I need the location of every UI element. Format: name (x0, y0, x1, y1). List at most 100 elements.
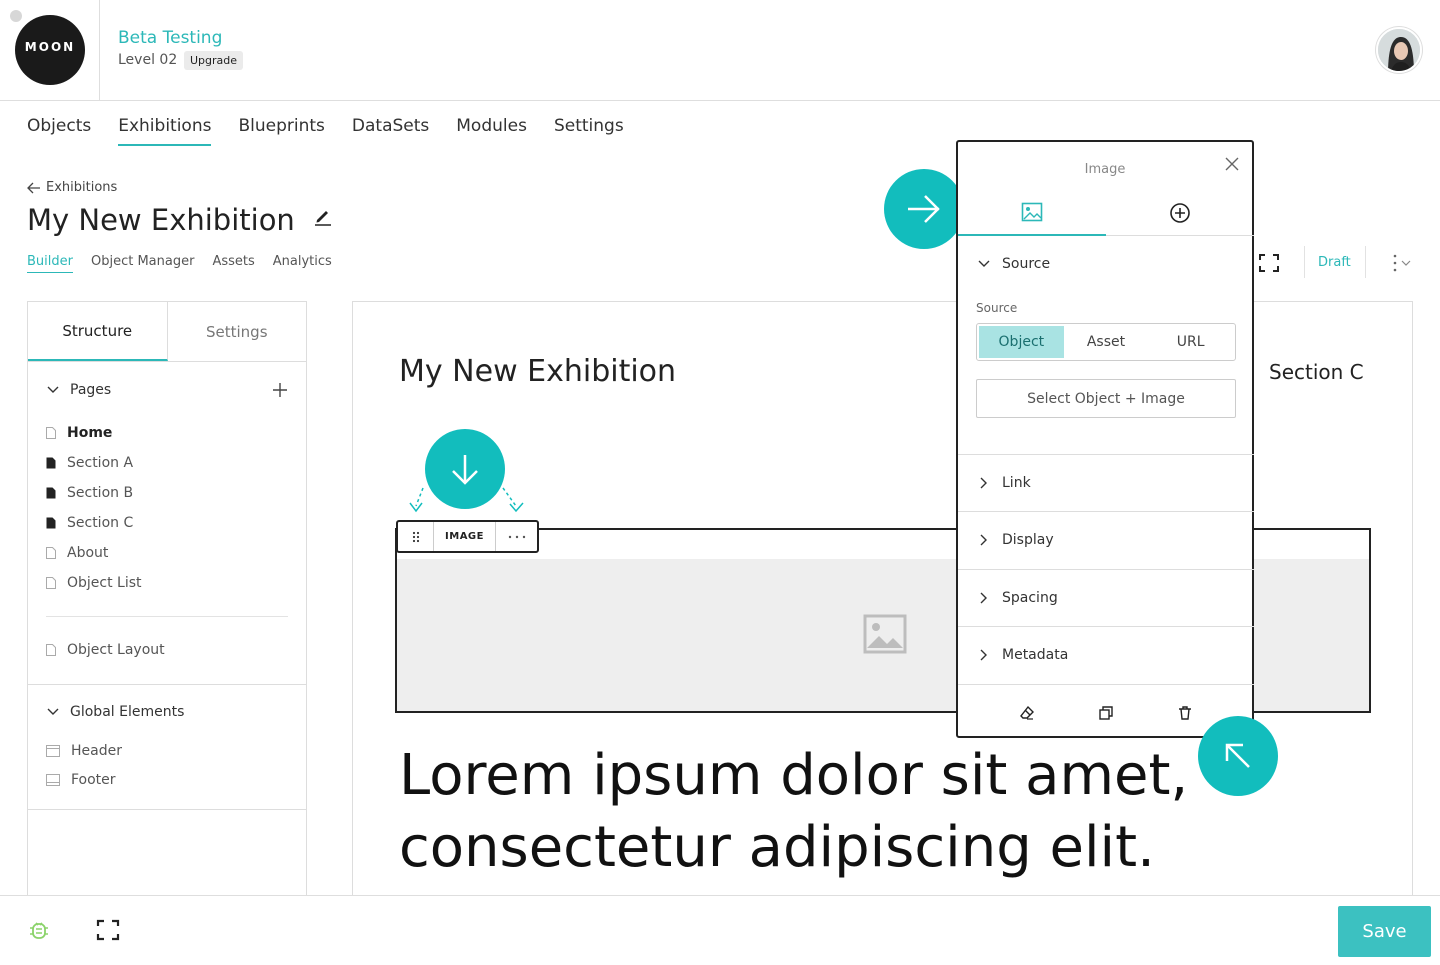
page-item-label: Object Layout (67, 642, 165, 658)
exhibition-subtabs: Builder Object Manager Assets Analytics (27, 254, 332, 273)
user-avatar[interactable] (1376, 27, 1422, 73)
avatar-image (1378, 29, 1420, 71)
source-option-object[interactable]: Object (979, 326, 1064, 358)
eraser-icon[interactable] (1019, 705, 1035, 721)
breadcrumb-exhibitions[interactable]: Exhibitions (46, 180, 117, 195)
nav-settings[interactable]: Settings (554, 116, 624, 146)
page-item-label: Section B (67, 485, 134, 501)
source-segmented-control: Object Asset URL (976, 323, 1236, 361)
page-title: My New Exhibition (27, 203, 295, 237)
page-outline-icon (46, 577, 56, 589)
tab-add[interactable] (1106, 189, 1254, 236)
block-more-button[interactable] (496, 535, 537, 539)
fullscreen-icon[interactable] (96, 919, 120, 941)
accordion-metadata[interactable]: Metadata (978, 647, 1068, 663)
source-option-asset[interactable]: Asset (1064, 326, 1149, 358)
select-object-image-button[interactable]: Select Object + Image (976, 379, 1236, 418)
section-divider (28, 684, 306, 685)
resize-indicator (1198, 716, 1278, 796)
save-button[interactable]: Save (1338, 906, 1431, 957)
page-filled-icon (46, 517, 56, 529)
arrow-down-icon (452, 455, 478, 485)
accordion-spacing[interactable]: Spacing (978, 590, 1058, 606)
panel-tabs (958, 189, 1254, 236)
close-icon[interactable] (1224, 156, 1240, 172)
accordion-divider (958, 511, 1254, 512)
panel-pointer-indicator (884, 169, 964, 249)
tab-structure[interactable]: Structure (28, 302, 168, 361)
page-item-about[interactable]: About (46, 545, 108, 561)
canvas-page-title[interactable]: My New Exhibition (399, 354, 676, 389)
logo-subtext-mark (50, 56, 51, 60)
accordion-label: Metadata (1002, 647, 1069, 663)
fullscreen-icon[interactable] (1258, 253, 1280, 273)
nav-exhibitions[interactable]: Exhibitions (118, 116, 212, 146)
chevron-down-icon (978, 260, 990, 267)
drag-down-indicator (425, 429, 505, 509)
bug-icon[interactable] (28, 919, 50, 941)
tab-object-manager[interactable]: Object Manager (91, 254, 194, 273)
accordion-link[interactable]: Link (978, 475, 1031, 491)
ellipsis-icon (508, 535, 525, 538)
chevron-right-icon (980, 592, 987, 604)
tab-image-settings[interactable] (958, 189, 1106, 236)
accordion-source[interactable]: Source (978, 256, 1050, 272)
moon-logo[interactable]: MOON (15, 15, 85, 85)
top-header: MOON Beta Testing Level 02 Upgrade (0, 0, 1440, 101)
logo-container: MOON (0, 0, 100, 100)
tab-panel-settings[interactable]: Settings (168, 302, 307, 361)
nav-modules[interactable]: Modules (456, 116, 527, 146)
global-elements-heading[interactable]: Global Elements (46, 704, 184, 720)
page-filled-icon (46, 457, 56, 469)
accordion-display[interactable]: Display (978, 532, 1054, 548)
breadcrumb[interactable]: Exhibitions (27, 180, 117, 195)
drag-handle-icon (412, 531, 419, 542)
image-settings-panel: Image Source Source Object Asset URL Sel… (956, 140, 1254, 738)
accordion-divider (958, 569, 1254, 570)
accordion-label: Display (1002, 532, 1054, 548)
global-item-label: Header (71, 743, 122, 759)
accordion-divider (958, 626, 1254, 627)
add-page-icon[interactable] (272, 382, 288, 398)
tab-analytics[interactable]: Analytics (273, 254, 332, 273)
global-item-label: Footer (71, 772, 116, 788)
drag-handle[interactable] (398, 522, 434, 551)
global-item-footer[interactable]: Footer (46, 772, 116, 788)
page-item-object-layout[interactable]: Object Layout (46, 642, 165, 658)
image-icon (863, 614, 907, 654)
page-outline-icon (46, 644, 56, 656)
logo-text: MOON (24, 40, 76, 54)
chevron-right-icon (980, 649, 987, 661)
global-item-header[interactable]: Header (46, 743, 122, 759)
upgrade-button[interactable]: Upgrade (184, 51, 244, 70)
status-draft[interactable]: Draft (1318, 255, 1351, 270)
duplicate-icon[interactable] (1098, 705, 1114, 721)
panel-title: Image (1084, 162, 1126, 177)
structure-tabs: Structure Settings (28, 302, 306, 362)
page-item-home[interactable]: Home (46, 425, 112, 441)
page-item-section-a[interactable]: Section A (46, 455, 133, 471)
page-item-section-c[interactable]: Section C (46, 515, 133, 531)
more-options-icon[interactable] (1388, 252, 1414, 274)
trash-icon[interactable] (1177, 705, 1193, 721)
nav-blueprints[interactable]: Blueprints (238, 116, 324, 146)
body-text-block[interactable]: Lorem ipsum dolor sit amet, consectetur … (399, 740, 1219, 884)
tab-assets[interactable]: Assets (212, 254, 254, 273)
page-item-section-b[interactable]: Section B (46, 485, 133, 501)
pages-heading[interactable]: Pages (46, 382, 111, 398)
source-option-url[interactable]: URL (1148, 326, 1233, 358)
nav-datasets[interactable]: DataSets (352, 116, 429, 146)
page-item-object-list[interactable]: Object List (46, 575, 142, 591)
canvas-nav-section-c[interactable]: Section C (1269, 360, 1364, 384)
bottom-bar: Save (0, 895, 1440, 965)
accordion-label: Link (1002, 475, 1031, 491)
arrow-up-left-icon (1225, 743, 1250, 768)
project-title[interactable]: Beta Testing (118, 28, 222, 48)
page-item-label: Section C (67, 515, 134, 531)
pencil-icon[interactable] (313, 206, 333, 226)
page-item-label: Section A (67, 455, 134, 471)
nav-objects[interactable]: Objects (27, 116, 91, 146)
tab-builder[interactable]: Builder (27, 254, 73, 273)
accordion-label: Spacing (1002, 590, 1058, 606)
accordion-divider (958, 684, 1254, 685)
